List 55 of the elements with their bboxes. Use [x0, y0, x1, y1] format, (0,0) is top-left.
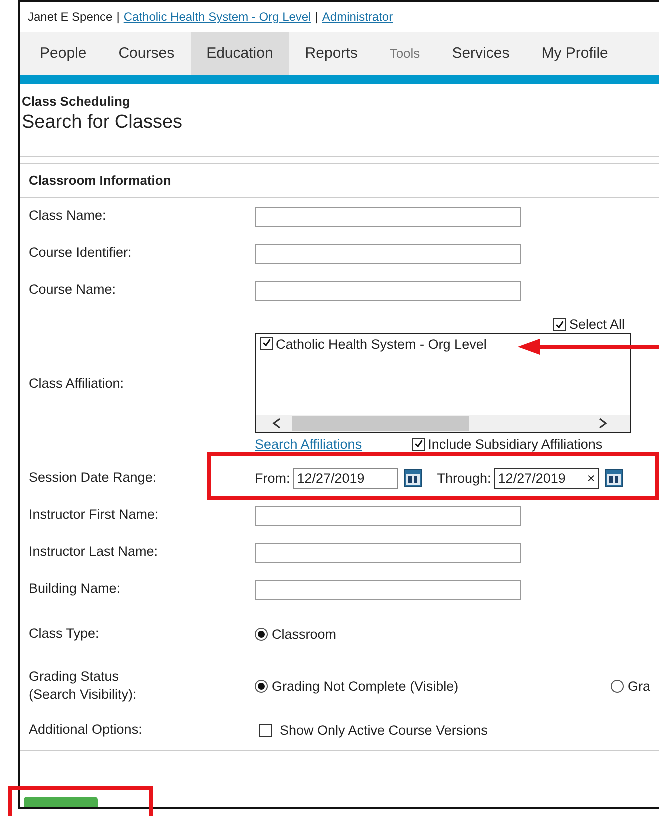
field-label: Building Name:: [28, 580, 122, 598]
affiliation-list[interactable]: Catholic Health System - Org Level: [255, 332, 631, 432]
radio-label: Grading Not Complete (Visible): [272, 678, 459, 694]
header-link[interactable]: Administrator: [322, 10, 394, 24]
separator: |: [315, 10, 318, 24]
page-title: Search for Classes: [22, 112, 184, 134]
input-field[interactable]: [255, 580, 521, 600]
radio-button[interactable]: [255, 680, 268, 692]
field-label: Instructor First Name:: [28, 506, 160, 524]
section-heading: Classroom Information: [20, 163, 659, 198]
header-link[interactable]: Catholic Health System - Org Level: [124, 10, 312, 24]
nav-tab[interactable]: Reports: [289, 32, 374, 75]
through-label: Through:: [437, 470, 492, 486]
field-label: Class Name:: [28, 207, 108, 226]
field-label: Grading Status (Search Visibility):: [28, 668, 138, 704]
field-label: Class Affiliation:: [28, 374, 126, 393]
radio-label: Gra: [628, 678, 651, 694]
input-field[interactable]: [255, 542, 521, 562]
nav-tab[interactable]: Education: [190, 32, 290, 75]
affiliation-item[interactable]: Catholic Health System - Org Level: [276, 336, 487, 352]
include-subsidiary-label: Include Subsidiary Affiliations: [428, 436, 603, 452]
checkbox[interactable]: [412, 438, 426, 450]
field-label: Class Type:: [28, 624, 100, 643]
checkbox[interactable]: [259, 724, 272, 736]
checkbox[interactable]: [553, 318, 566, 331]
section-title: Class Scheduling: [22, 94, 132, 109]
checkbox-label: Show Only Active Course Versions: [280, 722, 488, 738]
radio-button[interactable]: [611, 680, 624, 692]
field-label: Session Date Range:: [28, 468, 158, 487]
input-field[interactable]: [255, 280, 521, 300]
clear-button[interactable]: ×: [587, 470, 596, 486]
date-field[interactable]: 12/27/2019 ×: [494, 468, 600, 488]
input-field[interactable]: [255, 206, 521, 226]
input-field[interactable]: [255, 244, 521, 264]
from-label: From:: [255, 470, 290, 486]
field-label: Additional Options:: [28, 720, 144, 739]
field-label: Course Name:: [28, 281, 118, 300]
checkbox[interactable]: [260, 336, 273, 350]
separator: |: [116, 10, 120, 24]
date-field[interactable]: 12/27/2019: [293, 468, 398, 488]
nav-tab[interactable]: Courses: [102, 32, 191, 75]
arrow-icon: [518, 339, 659, 355]
calendar-icon[interactable]: [605, 469, 624, 487]
user-name: Janet E Spence: [28, 10, 113, 24]
nav-tab[interactable]: My Profile: [526, 32, 624, 75]
nav-tab[interactable]: Services: [436, 32, 526, 75]
calendar-icon[interactable]: [404, 469, 422, 487]
input-field[interactable]: [255, 506, 521, 526]
field-label: Course Identifier:: [28, 244, 133, 262]
search-affiliations-link[interactable]: Search Affiliations: [255, 436, 362, 452]
field-label: Instructor Last Name:: [28, 543, 160, 562]
radio-button[interactable]: [255, 628, 268, 640]
nav-tab[interactable]: People: [24, 32, 103, 75]
select-all-label: Select All: [569, 317, 625, 332]
radio-label: Classroom: [272, 626, 337, 642]
